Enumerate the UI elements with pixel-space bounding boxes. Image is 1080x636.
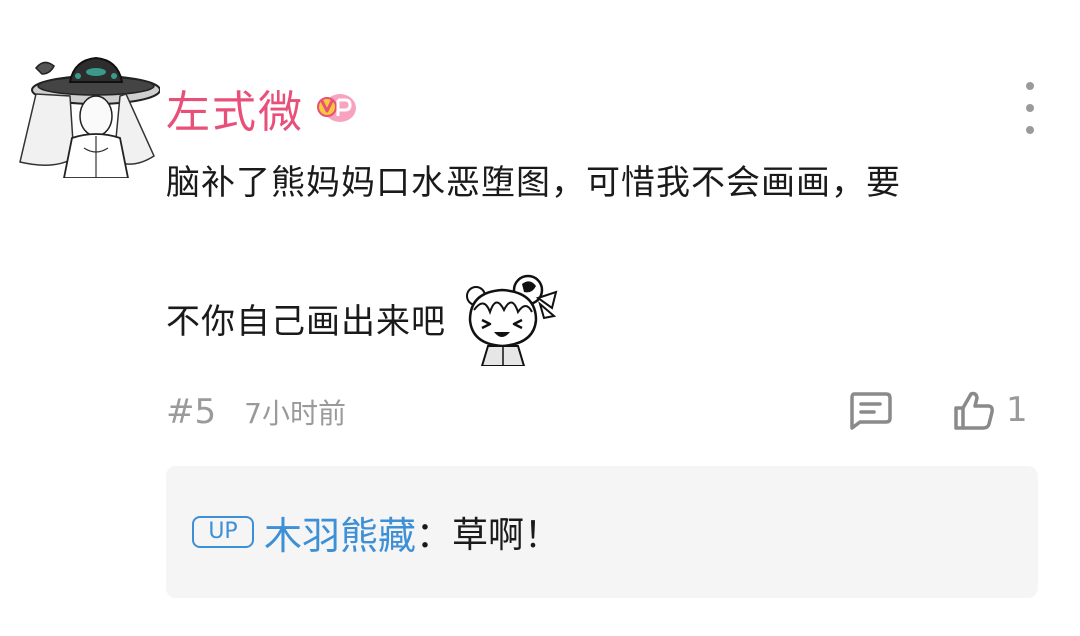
comment-text-line: 不你自己画出来吧	[166, 268, 1026, 368]
reply-separator: ：	[416, 515, 453, 556]
reply-button[interactable]	[848, 390, 892, 430]
like-count: 1	[1006, 390, 1028, 430]
timestamp: 7小时前	[244, 397, 346, 430]
comment-text-line: 脑补了熊妈妈口水恶堕图，可惜我不会画画，要	[166, 163, 901, 203]
reply-preview-box[interactable]: UP 木羽熊藏 ： 草啊！	[166, 466, 1038, 598]
comment-bubble-icon	[850, 392, 892, 430]
vip-badge-icon	[317, 94, 356, 122]
comment-text: 不你自己画出来吧	[166, 301, 446, 342]
comment-meta: #5 7小时前	[166, 386, 346, 438]
username-row: 左式微	[166, 80, 358, 138]
more-dot	[1026, 82, 1034, 90]
comment-body: 脑补了熊妈妈口水恶堕图，可惜我不会画画，要 不你自己画出来吧	[166, 150, 1026, 368]
more-dot	[1026, 104, 1034, 112]
reply-author[interactable]: 木羽熊藏	[264, 505, 416, 560]
more-options-button[interactable]	[1012, 82, 1048, 134]
avatar[interactable]	[14, 52, 161, 179]
like-button[interactable]: 1	[952, 384, 1028, 436]
comment-card: 左式微 脑补了熊妈妈口水恶堕图，可惜我不会画画，要 不你自己画出来吧 #5 7小…	[0, 0, 1080, 636]
username[interactable]: 左式微	[166, 76, 304, 140]
avatar-image	[19, 56, 161, 179]
up-badge: UP	[192, 516, 254, 548]
floor-number: #5	[166, 392, 217, 432]
more-dot	[1026, 126, 1034, 134]
reply-text: 草啊！	[452, 515, 561, 556]
laughing-girl-sticker	[466, 274, 558, 366]
reply-item: UP 木羽熊藏 ： 草啊！	[192, 506, 560, 558]
thumbs-up-icon	[954, 391, 994, 430]
